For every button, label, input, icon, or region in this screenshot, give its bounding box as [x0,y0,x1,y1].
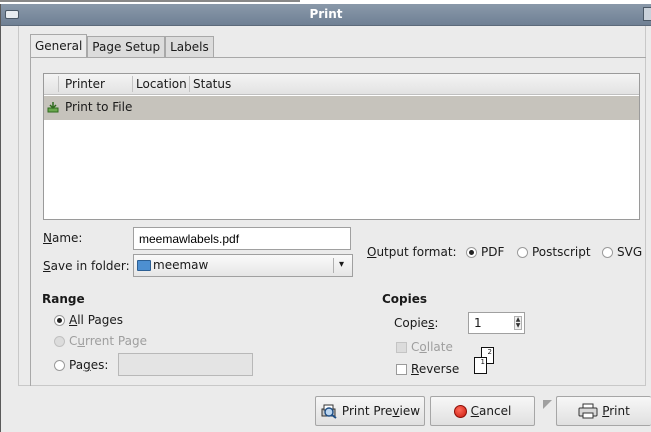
print-button[interactable]: Print [556,396,651,426]
radio-icon[interactable] [54,359,65,371]
save-folder-combo[interactable]: meemaw ▾ [133,254,353,277]
collate-preview-icon: 2 1 [471,343,499,377]
name-label: Name: [43,231,83,245]
column-separator [189,76,190,92]
window-close-icon[interactable] [643,7,651,21]
name-field[interactable] [133,227,351,250]
checkbox-icon[interactable] [396,363,407,375]
column-separator [58,76,59,92]
range-title: Range [42,292,85,306]
checkbox-disabled-icon [396,341,407,353]
print-to-file-icon [47,102,59,113]
cancel-button[interactable]: Cancel [430,396,535,426]
default-button-marker-icon [543,400,552,409]
output-format-label: Output format: [367,245,457,259]
save-in-folder-label: Save in folder: [43,259,130,273]
save-folder-value: meemaw [153,258,209,272]
range-all-pages[interactable]: All Pages [54,313,123,327]
printer-name: Print to File [65,100,133,114]
pages-field[interactable] [118,353,253,376]
range-pages[interactable]: Pages: [54,358,108,372]
page-sheet-front: 1 [474,357,487,374]
printer-icon [578,403,598,419]
background-window-edge [0,0,300,2]
printer-row-print-to-file[interactable]: Print to File [44,96,639,120]
copies-title: Copies [382,292,428,306]
printer-list[interactable]: Printer Location Status Print to File [43,73,640,220]
radio-selected-icon[interactable] [54,314,65,326]
radio-icon[interactable] [517,246,528,258]
stop-icon [453,404,467,418]
reverse-checkbox[interactable]: Reverse [396,362,459,376]
output-format-pdf[interactable]: PDF [466,245,504,259]
tab-general[interactable]: General [30,34,88,58]
column-header-location[interactable]: Location [136,77,187,91]
print-preview-icon [321,404,337,419]
tab-labels[interactable]: Labels [165,36,214,58]
radio-selected-icon[interactable] [466,246,477,258]
copies-label: Copies: [394,316,439,330]
radio-disabled-icon [54,335,65,347]
output-format-postscript[interactable]: Postscript [517,245,591,259]
column-header-printer[interactable]: Printer [65,77,105,91]
tab-page-setup[interactable]: Page Setup [87,36,166,58]
chevron-down-icon[interactable]: ▾ [339,259,344,270]
radio-icon[interactable] [602,246,613,258]
spin-arrows-icon[interactable]: ▲ ▼ [514,316,522,330]
copies-value: 1 [474,316,482,330]
collate-checkbox: Collate [396,340,453,354]
print-preview-button[interactable]: Print Preview [315,396,425,426]
combo-separator [333,258,334,273]
column-separator [132,76,133,92]
output-format-svg[interactable]: SVG [602,245,642,259]
copies-spinbutton[interactable]: 1 ▲ ▼ [468,312,525,334]
title-bar[interactable]: Print [1,4,651,26]
folder-icon [137,260,151,271]
window-title: Print [309,7,343,21]
tab-bar: General Page Setup Labels [30,34,214,58]
range-current-page: Current Page [54,334,147,348]
printer-list-header: Printer Location Status [44,74,639,95]
column-header-status[interactable]: Status [193,77,231,91]
